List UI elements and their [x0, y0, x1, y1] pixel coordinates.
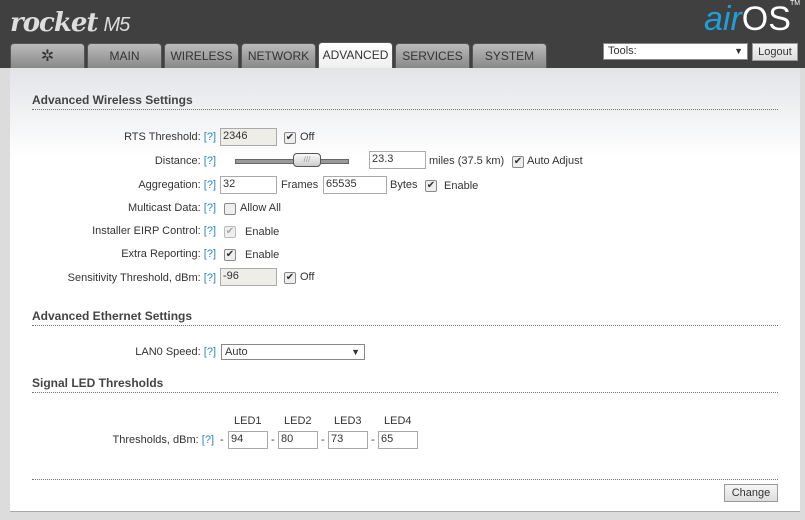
help-link[interactable]: [?]	[204, 248, 216, 260]
auto-adjust-label: Auto Adjust	[527, 155, 583, 167]
extra-reporting-enable-label: Enable	[245, 249, 280, 261]
sensitivity-off-checkbox[interactable]: ✔	[284, 272, 296, 284]
ubiquiti-logo-icon: ✲	[40, 48, 55, 65]
help-link[interactable]: [?]	[204, 179, 216, 191]
help-link[interactable]: [?]	[204, 202, 216, 214]
tab-advanced[interactable]: ADVANCED	[318, 42, 393, 69]
rts-label: RTS Threshold:	[124, 131, 201, 143]
multicast-allow-checkbox[interactable]	[224, 203, 236, 215]
tab-system[interactable]: SYSTEM	[472, 43, 547, 68]
multicast-allow-label: Allow All	[240, 202, 281, 214]
dash: -	[271, 434, 275, 446]
aggregation-bytes-input[interactable]: 65535	[323, 176, 387, 194]
eirp-label: Installer EIRP Control:	[92, 225, 201, 237]
eirp-enable-label: Enable	[245, 226, 280, 238]
tools-select[interactable]: Tools: ▼	[603, 43, 748, 60]
led1-input[interactable]: 94	[228, 431, 268, 449]
led3-input[interactable]: 73	[328, 431, 368, 449]
tab-wireless[interactable]: WIRELESS	[164, 43, 239, 68]
tab-services[interactable]: SERVICES	[395, 43, 470, 68]
content-panel: Advanced Wireless Settings RTS Threshold…	[10, 68, 800, 512]
chevron-down-icon: ▼	[734, 46, 743, 56]
extra-reporting-label: Extra Reporting:	[121, 248, 201, 260]
sensitivity-off-label: Off	[300, 271, 315, 283]
aggregation-enable-label: Enable	[444, 180, 479, 192]
aggregation-frames-input[interactable]: 32	[220, 176, 277, 194]
sensitivity-input[interactable]: -96	[220, 268, 277, 286]
distance-slider-handle[interactable]: ///	[293, 153, 321, 167]
dash: -	[220, 434, 224, 446]
change-button[interactable]: Change	[724, 484, 778, 502]
frames-label: Frames	[281, 179, 319, 191]
dash: -	[321, 434, 325, 446]
distance-input[interactable]: 23.3	[369, 151, 426, 169]
led2-input[interactable]: 80	[278, 431, 318, 449]
trademark: TM	[790, 0, 801, 7]
rts-input[interactable]: 2346	[220, 128, 277, 146]
help-link[interactable]: [?]	[204, 155, 216, 167]
product-logo: rocket M5	[10, 8, 130, 38]
lan0-speed-select[interactable]: Auto ▼	[221, 344, 365, 360]
multicast-label: Multicast Data:	[127, 202, 201, 214]
rts-off-checkbox[interactable]: ✔	[284, 132, 296, 144]
help-link[interactable]: [?]	[202, 434, 214, 446]
tab-main[interactable]: MAIN	[87, 43, 162, 68]
distance-label: Distance:	[154, 155, 201, 167]
lan0-label: LAN0 Speed:	[135, 346, 201, 358]
section-title: Advanced Wireless Settings	[32, 93, 778, 110]
rts-off-label: Off	[300, 131, 315, 143]
led2-header: LED2	[284, 415, 312, 427]
led4-input[interactable]: 65	[378, 431, 418, 449]
auto-adjust-checkbox[interactable]: ✔	[512, 156, 524, 168]
tab-ubnt-logo[interactable]: ✲	[10, 43, 85, 68]
eirp-enable-checkbox[interactable]: ✔	[224, 226, 236, 238]
dash: -	[371, 434, 375, 446]
divider	[32, 479, 778, 480]
led4-header: LED4	[384, 415, 412, 427]
extra-reporting-checkbox[interactable]: ✔	[224, 249, 236, 261]
help-link[interactable]: [?]	[204, 131, 216, 143]
bytes-label: Bytes	[390, 179, 418, 191]
help-link[interactable]: [?]	[204, 225, 216, 237]
thresholds-label: Thresholds, dBm:	[112, 434, 199, 446]
section-title: Advanced Ethernet Settings	[32, 309, 778, 326]
help-link[interactable]: [?]	[204, 272, 216, 284]
aggregation-label: Aggregation:	[138, 179, 201, 191]
sensitivity-label: Sensitivity Threshold, dBm:	[67, 272, 201, 284]
aggregation-enable-checkbox[interactable]: ✔	[425, 180, 437, 192]
tab-network[interactable]: NETWORK	[241, 43, 316, 68]
distance-unit: miles (37.5 km)	[429, 155, 505, 167]
chevron-down-icon: ▼	[351, 347, 360, 357]
help-link[interactable]: [?]	[204, 346, 216, 358]
led1-header: LED1	[234, 415, 262, 427]
led3-header: LED3	[334, 415, 362, 427]
section-title: Signal LED Thresholds	[32, 376, 778, 393]
distance-slider[interactable]	[235, 159, 349, 164]
logout-button[interactable]: Logout	[752, 43, 798, 61]
airos-logo: airOS	[704, 0, 791, 38]
